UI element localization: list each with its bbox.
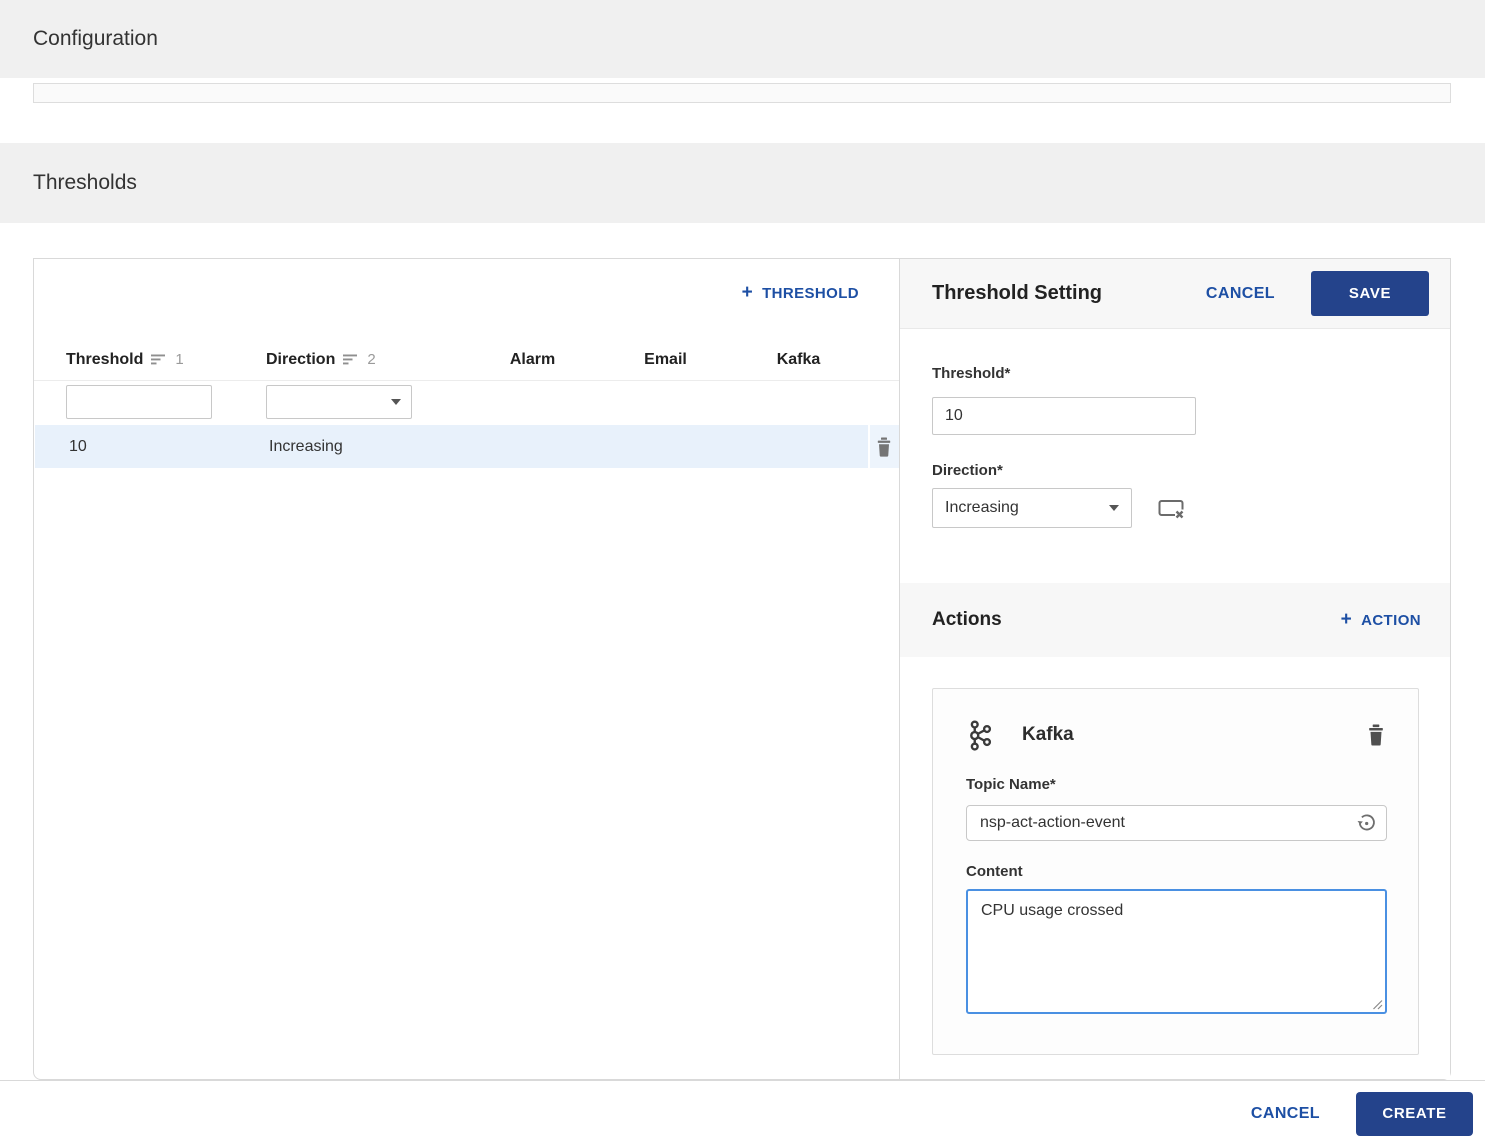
kafka-card-header: Kafka	[966, 718, 1385, 752]
thresholds-panel: + THRESHOLD Threshold 1 Direction 2 Alar…	[33, 258, 1451, 1080]
topic-name-field	[966, 805, 1387, 841]
sort-order-badge: 1	[175, 351, 184, 368]
plus-icon: +	[741, 282, 754, 303]
content-label: Content	[966, 863, 1023, 880]
create-button[interactable]: CREATE	[1356, 1091, 1473, 1136]
restore-topic-button[interactable]	[1355, 812, 1378, 835]
topic-name-label: Topic Name*	[966, 776, 1056, 793]
threshold-setting-title: Threshold Setting	[932, 282, 1102, 304]
sort-icon	[151, 354, 166, 365]
add-threshold-label: THRESHOLD	[762, 285, 859, 302]
threshold-filter-input[interactable]	[66, 385, 212, 419]
caret-down-icon	[391, 399, 401, 405]
topic-name-input[interactable]	[966, 805, 1387, 841]
cell-direction: Increasing	[269, 437, 343, 455]
thresholds-table: + THRESHOLD Threshold 1 Direction 2 Alar…	[34, 259, 899, 1079]
plus-icon: +	[1340, 608, 1353, 630]
cancel-threshold-button[interactable]: CANCEL	[1206, 285, 1275, 303]
page-footer: CANCEL CREATE	[0, 1080, 1485, 1146]
table-header-row: Threshold 1 Direction 2 Alarm Email Kafk…	[34, 339, 899, 381]
direction-select-row: Increasing	[932, 488, 1450, 528]
direction-filter-select[interactable]	[266, 385, 412, 419]
threshold-value-input[interactable]	[932, 397, 1196, 435]
actions-title: Actions	[932, 609, 1002, 630]
threshold-setting-panel: Threshold Setting CANCEL SAVE Threshold*…	[899, 259, 1450, 1079]
kafka-card-title: Kafka	[1022, 724, 1074, 745]
table-filter-row	[34, 381, 899, 425]
cell-threshold: 10	[69, 437, 87, 455]
delete-kafka-action-button[interactable]	[1367, 724, 1385, 746]
configuration-section-bar: Configuration	[0, 0, 1485, 78]
column-header-direction[interactable]: Direction 2	[266, 351, 466, 369]
column-header-email[interactable]: Email	[599, 351, 732, 369]
delete-threshold-row-button[interactable]	[869, 425, 899, 468]
threshold-field-label: Threshold*	[932, 365, 1011, 382]
column-header-alarm[interactable]: Alarm	[466, 351, 599, 369]
thresholds-section-bar: Thresholds	[0, 143, 1485, 223]
sort-icon	[343, 354, 358, 365]
column-header-kafka[interactable]: Kafka	[732, 351, 865, 369]
configuration-title: Configuration	[33, 27, 158, 50]
thresholds-title: Thresholds	[33, 171, 137, 194]
add-action-button[interactable]: + ACTION	[1340, 608, 1421, 630]
caret-down-icon	[1109, 505, 1119, 511]
trash-icon	[1369, 724, 1383, 746]
history-restore-icon	[1357, 814, 1375, 831]
sort-order-badge: 2	[367, 351, 376, 368]
add-threshold-button[interactable]: + THRESHOLD	[741, 282, 859, 303]
direction-selected-value: Increasing	[945, 499, 1019, 516]
add-action-label: ACTION	[1361, 611, 1421, 629]
clear-field-icon	[1158, 500, 1184, 519]
content-textarea[interactable]: CPU usage crossed	[966, 889, 1387, 1014]
direction-field-label: Direction*	[932, 462, 1003, 479]
cancel-create-button[interactable]: CANCEL	[1251, 1105, 1320, 1123]
clipped-previous-section	[33, 83, 1451, 103]
actions-section-header: Actions + ACTION	[900, 583, 1450, 657]
trash-icon	[878, 437, 891, 457]
direction-select[interactable]: Increasing	[932, 488, 1132, 528]
table-row: 10 Increasing	[35, 425, 899, 468]
threshold-setting-header: Threshold Setting CANCEL SAVE	[900, 259, 1450, 329]
kafka-action-card: Kafka Topic Name* nsp-act-action-event C…	[932, 688, 1419, 1055]
kafka-icon	[970, 719, 992, 751]
content-field: CPU usage crossed	[966, 889, 1387, 1014]
save-threshold-button[interactable]: SAVE	[1311, 271, 1429, 316]
threshold-row-selected[interactable]: 10 Increasing	[35, 425, 868, 468]
clear-direction-button[interactable]	[1156, 495, 1186, 521]
threshold-setting-form: Threshold* Direction* Increasing	[900, 329, 1450, 528]
column-header-threshold[interactable]: Threshold 1	[66, 351, 266, 369]
